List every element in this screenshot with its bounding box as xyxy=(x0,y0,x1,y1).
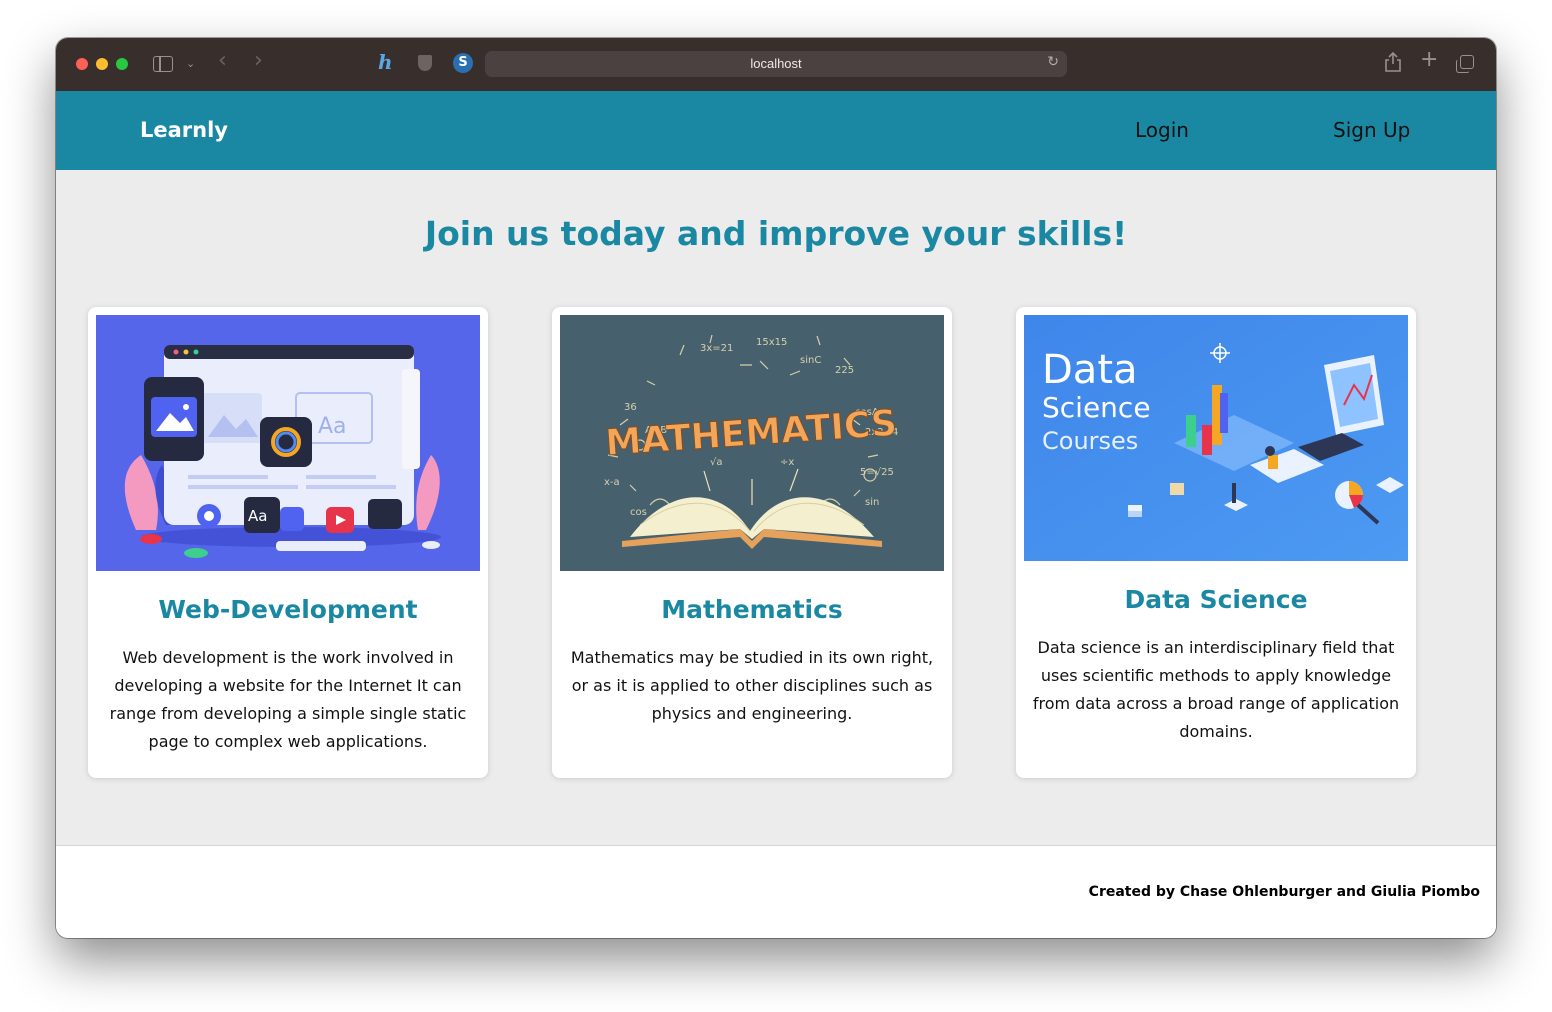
zoom-window-button[interactable] xyxy=(116,58,128,70)
svg-text:36: 36 xyxy=(624,402,637,413)
svg-text:Aa: Aa xyxy=(318,414,347,439)
browser-toolbar: ⌄ ‹ › h S localhost ↻ + xyxy=(56,38,1496,91)
sidebar-icon[interactable] xyxy=(153,56,173,72)
image-line-2: Science xyxy=(1042,391,1151,424)
site-navbar: Learnly Login Sign Up xyxy=(56,91,1496,170)
card-title[interactable]: Mathematics xyxy=(552,595,952,624)
card-title[interactable]: Data Science xyxy=(1016,585,1416,614)
site-footer: Created by Chase Ohlenburger and Giulia … xyxy=(56,845,1496,938)
url-text[interactable]: localhost xyxy=(485,51,1067,77)
course-card-data-science[interactable]: Data Science Courses Data Science Data s… xyxy=(1016,307,1416,778)
svg-text:15x15: 15x15 xyxy=(756,337,787,348)
chevron-down-icon[interactable]: ⌄ xyxy=(186,54,195,74)
footer-credit: Created by Chase Ohlenburger and Giulia … xyxy=(1088,884,1480,900)
card-description: Data science is an interdisciplinary fie… xyxy=(1032,638,1400,741)
svg-text:cos: cos xyxy=(630,507,647,518)
card-description: Mathematics may be studied in its own ri… xyxy=(570,648,934,723)
new-tab-icon[interactable]: + xyxy=(1420,49,1438,71)
svg-text:3x=21: 3x=21 xyxy=(700,343,733,354)
image-line-1: Data xyxy=(1042,347,1138,393)
card-description: Web development is the work involved in … xyxy=(109,648,467,751)
mathematics-image: 3x=21 15x15 sinC 225 36 A+B cosA 2x2=4 x… xyxy=(560,315,944,571)
honey-extension-icon[interactable]: h xyxy=(378,52,393,72)
reload-icon[interactable]: ↻ xyxy=(1047,54,1059,70)
login-link[interactable]: Login xyxy=(1135,91,1189,170)
signup-link[interactable]: Sign Up xyxy=(1333,91,1410,170)
course-card-mathematics[interactable]: 3x=21 15x15 sinC 225 36 A+B cosA 2x2=4 x… xyxy=(552,307,952,778)
image-line-3: Courses xyxy=(1042,427,1138,455)
share-icon[interactable] xyxy=(1384,51,1402,78)
browser-window: ⌄ ‹ › h S localhost ↻ + Learnly Login Si… xyxy=(56,38,1496,938)
data-science-image: Data Science Courses xyxy=(1024,315,1408,561)
tab-overview-icon[interactable] xyxy=(1456,55,1474,73)
web-development-image: Aa Aa xyxy=(96,315,480,571)
svg-text:sinC: sinC xyxy=(800,355,821,366)
shield-extension-icon[interactable] xyxy=(418,55,432,71)
svg-text:x-a: x-a xyxy=(604,477,620,488)
svg-text:5=√25: 5=√25 xyxy=(860,467,894,478)
svg-text:√a: √a xyxy=(710,457,723,468)
address-bar[interactable]: localhost ↻ xyxy=(485,51,1067,77)
svg-text:225: 225 xyxy=(835,365,854,376)
brand-logo[interactable]: Learnly xyxy=(140,91,228,170)
close-window-button[interactable] xyxy=(76,58,88,70)
s-extension-icon[interactable]: S xyxy=(453,53,473,73)
main-content: Join us today and improve your skills! A… xyxy=(56,170,1496,845)
card-title[interactable]: Web-Development xyxy=(88,595,488,624)
forward-icon[interactable]: › xyxy=(254,50,263,72)
svg-text:sin: sin xyxy=(865,497,879,508)
svg-text:÷x: ÷x xyxy=(780,457,794,468)
page-title: Join us today and improve your skills! xyxy=(424,214,1128,253)
back-icon[interactable]: ‹ xyxy=(218,50,227,72)
course-card-web-development[interactable]: Aa Aa Web-Development Web development is… xyxy=(88,307,488,778)
minimize-window-button[interactable] xyxy=(96,58,108,70)
svg-text:Aa: Aa xyxy=(248,507,267,525)
